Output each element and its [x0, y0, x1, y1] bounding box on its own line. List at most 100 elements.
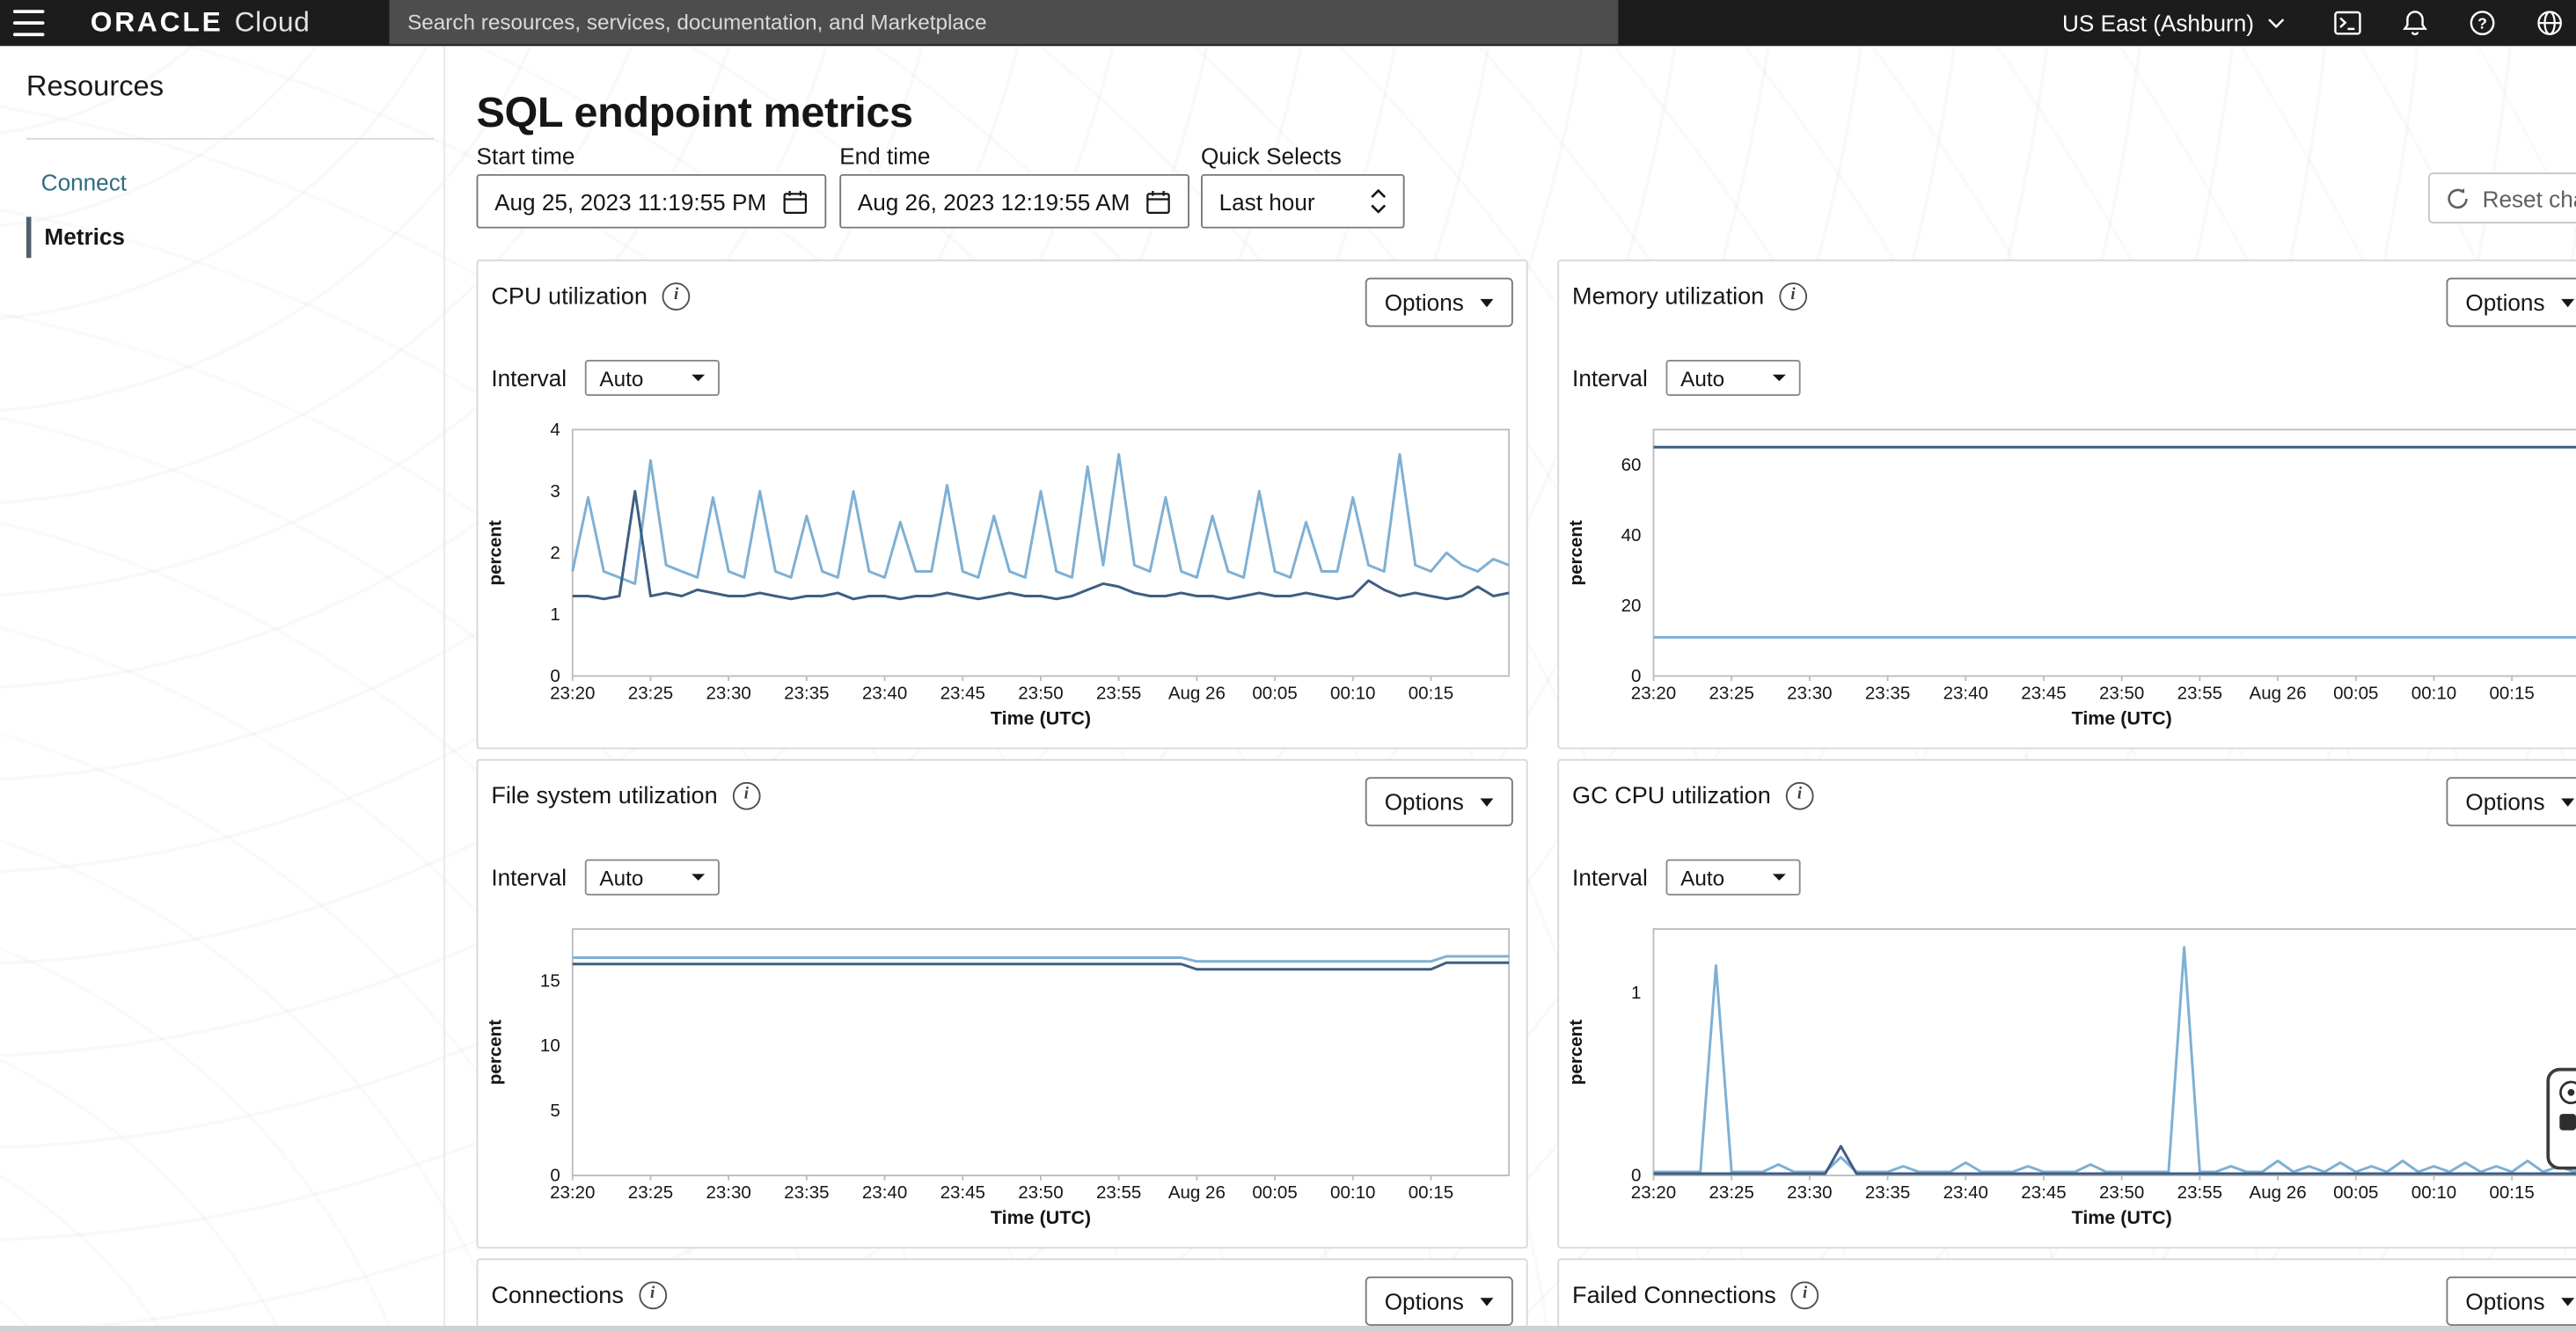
info-icon[interactable]: i	[662, 282, 691, 311]
x-tick-label: 23:45	[2021, 684, 2066, 704]
info-icon[interactable]: i	[639, 1282, 667, 1310]
menu-icon[interactable]	[13, 10, 49, 36]
plot-area	[573, 929, 1509, 1175]
quick-selects-label: Quick Selects	[1201, 143, 1342, 169]
oracle-cloud-logo[interactable]: ORACLECloud	[91, 6, 311, 39]
interval-select[interactable]: Auto	[1665, 860, 1800, 896]
widget-glyph-icon	[2558, 1112, 2576, 1131]
y-tick-label: 40	[1621, 525, 1642, 545]
card-memory-utilization: Memory utilizationiOptionsIntervalAuto02…	[1557, 260, 2576, 749]
calendar-icon[interactable]	[782, 188, 809, 215]
interval-select[interactable]: Auto	[585, 360, 720, 396]
options-button[interactable]: Options	[1365, 1277, 1513, 1326]
x-axis-title: Time (UTC)	[991, 708, 1091, 729]
quick-selects-value: Last hour	[1219, 188, 1315, 215]
end-time-input[interactable]	[858, 188, 1134, 215]
x-tick-label: 00:05	[2333, 684, 2378, 704]
card-connections: ConnectionsiOptions	[477, 1258, 1528, 1332]
x-tick-label: 23:40	[862, 684, 907, 704]
x-tick-label: 23:25	[628, 1182, 673, 1203]
x-tick-label: 23:50	[1018, 684, 1063, 704]
x-tick-label: 23:25	[1709, 684, 1753, 704]
interval-row: Interval Auto	[491, 860, 719, 896]
end-time-field[interactable]	[839, 174, 1189, 229]
card-title: Memory utilizationi	[1572, 282, 1807, 311]
plot-area	[1653, 429, 2576, 676]
x-tick-label: 00:15	[2489, 1182, 2534, 1203]
help-icon[interactable]: ?	[2468, 8, 2498, 38]
y-axis-title: percent	[486, 1020, 506, 1085]
cloud-shell-icon[interactable]	[2333, 8, 2363, 38]
options-button[interactable]: Options	[2446, 278, 2576, 327]
options-button[interactable]: Options	[1365, 278, 1513, 327]
info-icon[interactable]: i	[1786, 782, 1814, 810]
options-label: Options	[2465, 289, 2544, 316]
x-tick-label: 00:15	[1409, 1182, 1453, 1203]
y-axis-title: percent	[1566, 520, 1586, 585]
feedback-widget[interactable]	[2546, 1068, 2576, 1170]
quick-selects-dropdown[interactable]: Last hour	[1201, 174, 1405, 229]
y-axis-title: percent	[1566, 1020, 1586, 1085]
y-tick-label: 3	[550, 481, 560, 501]
interval-value: Auto	[1680, 865, 1724, 889]
region-selector[interactable]: US East (Ashburn)	[2062, 10, 2285, 36]
main-content: SQL endpoint metrics Start time End time…	[0, 46, 2576, 1332]
x-axis-title: Time (UTC)	[2072, 1207, 2172, 1228]
start-time-label: Start time	[477, 143, 575, 169]
x-axis-title: Time (UTC)	[2072, 708, 2172, 729]
x-tick-label: 23:20	[550, 684, 595, 704]
chart: 0123423:2023:2523:3023:3523:4023:4523:50…	[478, 417, 1529, 745]
language-icon[interactable]	[2535, 8, 2565, 38]
info-icon[interactable]: i	[1791, 1282, 1819, 1310]
x-tick-label: 00:10	[2411, 1182, 2456, 1203]
x-tick-label: 23:50	[2099, 1182, 2144, 1203]
x-tick-label: 23:45	[940, 684, 985, 704]
interval-label: Interval	[491, 864, 567, 890]
y-tick-label: 10	[540, 1036, 560, 1056]
x-tick-label: 23:35	[784, 1182, 829, 1203]
x-tick-label: 23:55	[2177, 1182, 2222, 1203]
feedback-icon	[2558, 1080, 2576, 1106]
x-tick-label: 23:30	[706, 684, 750, 704]
info-icon[interactable]: i	[732, 782, 760, 810]
x-tick-label: Aug 26	[2250, 684, 2307, 704]
info-icon[interactable]: i	[1779, 282, 1807, 311]
interval-row: Interval Auto	[1572, 860, 1800, 896]
refresh-icon	[2446, 187, 2469, 209]
reset-charts-label: Reset charts	[2483, 185, 2576, 211]
interval-row: IntervalAuto	[1572, 360, 1800, 396]
calendar-icon[interactable]	[1145, 188, 1172, 215]
x-tick-label: 23:20	[1631, 684, 1676, 704]
start-time-input[interactable]	[494, 188, 771, 215]
y-tick-label: 15	[540, 970, 560, 991]
interval-select[interactable]: Auto	[585, 860, 720, 896]
x-tick-label: 23:50	[1018, 1182, 1063, 1203]
card-title: CPU utilizationi	[491, 282, 690, 311]
reset-charts-button[interactable]: Reset charts	[2428, 172, 2576, 223]
card-failed-connections: Failed ConnectionsiOptions	[1557, 1258, 2576, 1332]
x-tick-label: 23:30	[1787, 1182, 1832, 1203]
page-title: SQL endpoint metrics	[477, 88, 913, 139]
options-button[interactable]: Options	[2446, 777, 2576, 826]
x-tick-label: Aug 26	[1168, 1182, 1226, 1203]
options-label: Options	[1385, 788, 1464, 815]
x-tick-label: 23:35	[1865, 684, 1910, 704]
options-button[interactable]: Options	[1365, 777, 1513, 826]
options-button[interactable]: Options	[2446, 1277, 2576, 1326]
notifications-icon[interactable]	[2400, 8, 2430, 38]
y-tick-label: 4	[550, 420, 560, 440]
x-tick-label: 23:30	[706, 1182, 750, 1203]
start-time-field[interactable]	[477, 174, 827, 229]
chart: 05101523:2023:2523:3023:3523:4023:4523:5…	[478, 917, 1529, 1245]
options-label: Options	[1385, 1288, 1464, 1314]
x-tick-label: 23:35	[1865, 1182, 1910, 1203]
search-input[interactable]	[390, 0, 1619, 44]
interval-label: Interval	[1572, 864, 1648, 890]
interval-select[interactable]: Auto	[1665, 360, 1800, 396]
chevron-down-icon	[1480, 1297, 1493, 1305]
y-tick-label: 60	[1621, 455, 1642, 475]
series-line-dark-blue	[573, 491, 1509, 598]
x-tick-label: 00:10	[2411, 684, 2456, 704]
plot-area	[1653, 929, 2576, 1175]
x-axis-title: Time (UTC)	[991, 1207, 1091, 1228]
